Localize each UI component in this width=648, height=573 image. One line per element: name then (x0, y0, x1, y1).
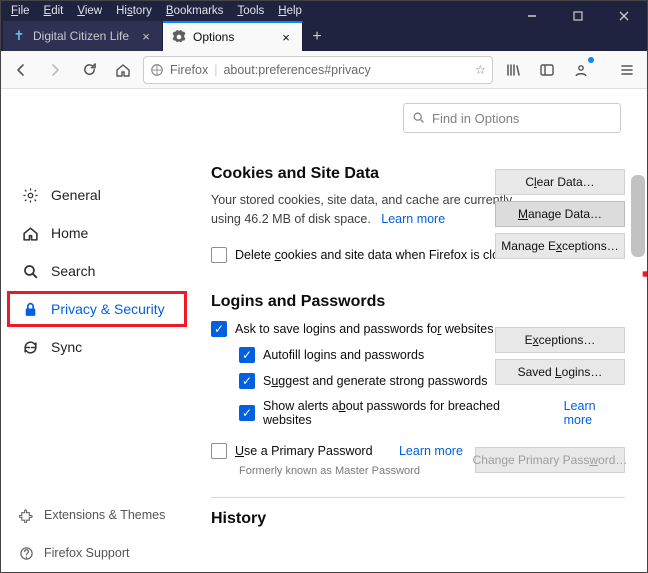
identity-label: Firefox (170, 63, 208, 77)
app-menu-button[interactable] (613, 56, 641, 84)
nav-toolbar: Firefox | about:preferences#privacy ☆ (1, 51, 647, 89)
sidebar-item-label: Sync (51, 339, 82, 355)
content-area: General Home Search Privacy & Security S… (1, 89, 647, 572)
find-in-options-input[interactable]: Find in Options (403, 103, 621, 133)
search-icon (412, 111, 426, 125)
back-button[interactable] (7, 56, 35, 84)
tab-options[interactable]: Options × (163, 21, 303, 51)
lock-icon (21, 301, 39, 318)
menu-file[interactable]: File (5, 3, 36, 19)
checkbox[interactable]: ✓ (239, 373, 255, 389)
menu-help[interactable]: Help (272, 3, 308, 19)
maximize-button[interactable] (555, 1, 601, 31)
minimize-button[interactable] (509, 1, 555, 31)
firefox-support-link[interactable]: Firefox Support (11, 540, 173, 566)
gear-icon (21, 187, 39, 204)
checkbox-label: Use a Primary Password (235, 444, 373, 458)
puzzle-icon (19, 508, 34, 523)
menu-view[interactable]: View (71, 3, 108, 19)
sidebar-item-general[interactable]: General (11, 177, 183, 213)
vertical-scrollbar[interactable] (631, 175, 645, 257)
checkbox-label: Show alerts about passwords for breached… (263, 399, 541, 427)
sidebar-item-sync[interactable]: Sync (11, 329, 183, 365)
placeholder-text: Find in Options (432, 111, 519, 126)
close-icon[interactable]: × (138, 28, 154, 44)
saved-logins-button[interactable]: Saved Logins… (495, 359, 625, 385)
checkbox[interactable]: ✓ (211, 321, 227, 337)
sidebar-footer: Extensions & Themes Firefox Support (11, 492, 173, 566)
sidebar-button[interactable] (533, 56, 561, 84)
checkbox[interactable] (211, 247, 227, 263)
window-controls (509, 1, 647, 51)
menu-edit[interactable]: Edit (38, 3, 70, 19)
forward-button[interactable] (41, 56, 69, 84)
menu-history[interactable]: History (110, 3, 158, 19)
account-button[interactable] (567, 56, 595, 84)
manage-exceptions-button[interactable]: Manage Exceptions… (495, 233, 625, 259)
sidebar-item-privacy[interactable]: Privacy & Security (7, 291, 187, 327)
cookies-description: Your stored cookies, site data, and cach… (211, 191, 521, 229)
checkbox-label: Autofill logins and passwords (263, 348, 424, 362)
checkbox[interactable] (211, 443, 227, 459)
checkbox[interactable]: ✓ (239, 405, 255, 421)
new-tab-button[interactable]: + (303, 23, 331, 51)
gear-icon (171, 29, 187, 45)
home-button[interactable] (109, 56, 137, 84)
footer-label: Firefox Support (44, 546, 129, 560)
preferences-main: Find in Options Cookies and Site Data Cl… (193, 89, 647, 572)
tab-label: Options (193, 30, 272, 44)
checkbox-label: Delete cookies and site data when Firefo… (235, 248, 519, 262)
sidebar-item-label: Privacy & Security (51, 301, 165, 317)
reload-button[interactable] (75, 56, 103, 84)
footer-label: Extensions & Themes (44, 508, 165, 522)
learn-more-link[interactable]: Learn more (399, 444, 463, 458)
sidebar-item-label: Search (51, 263, 95, 279)
learn-more-link[interactable]: Learn more (564, 399, 625, 427)
sidebar-item-home[interactable]: Home (11, 215, 183, 251)
menu-bookmarks[interactable]: Bookmarks (160, 3, 230, 19)
site-icon: ✝ (11, 28, 27, 44)
extensions-themes-link[interactable]: Extensions & Themes (11, 502, 173, 528)
tab-digital-citizen[interactable]: ✝ Digital Citizen Life in a digital w × (3, 21, 163, 51)
menu-tools[interactable]: Tools (231, 3, 270, 19)
checkbox[interactable]: ✓ (239, 347, 255, 363)
manage-data-button[interactable]: Manage Data… (495, 201, 625, 227)
history-heading: History (211, 497, 625, 528)
firefox-icon (150, 63, 164, 77)
help-icon (19, 546, 34, 561)
home-icon (21, 225, 39, 242)
tab-label: Digital Citizen Life in a digital w (33, 29, 132, 43)
breach-alerts-row[interactable]: ✓ Show alerts about passwords for breach… (211, 399, 625, 427)
library-button[interactable] (499, 56, 527, 84)
sidebar-item-label: General (51, 187, 101, 203)
close-icon[interactable]: × (278, 29, 294, 45)
sidebar-item-search[interactable]: Search (11, 253, 183, 289)
clear-data-button[interactable]: Clear Data… (495, 169, 625, 195)
title-bar: ✝ Digital Citizen Life in a digital w × … (1, 21, 647, 51)
preferences-sidebar: General Home Search Privacy & Security S… (1, 89, 193, 572)
url-bar[interactable]: Firefox | about:preferences#privacy ☆ (143, 56, 493, 84)
checkbox-label: Suggest and generate strong passwords (263, 374, 487, 388)
bookmark-star-icon[interactable]: ☆ (475, 62, 486, 77)
address-text: about:preferences#privacy (223, 63, 468, 77)
change-primary-password-button: Change Primary Password… (475, 447, 625, 473)
cookies-section: Cookies and Site Data Clear Data… Manage… (211, 165, 625, 263)
sidebar-item-label: Home (51, 225, 88, 241)
checkbox-label: Ask to save logins and passwords for web… (235, 322, 493, 336)
annotation-arrow (628, 266, 647, 282)
search-icon (21, 263, 39, 280)
sync-icon (21, 339, 39, 356)
login-exceptions-button[interactable]: Exceptions… (495, 327, 625, 353)
section-heading: Logins and Passwords (211, 293, 625, 311)
logins-section: Logins and Passwords Exceptions… Saved L… (211, 293, 625, 477)
close-button[interactable] (601, 1, 647, 31)
learn-more-link[interactable]: Learn more (381, 212, 445, 226)
